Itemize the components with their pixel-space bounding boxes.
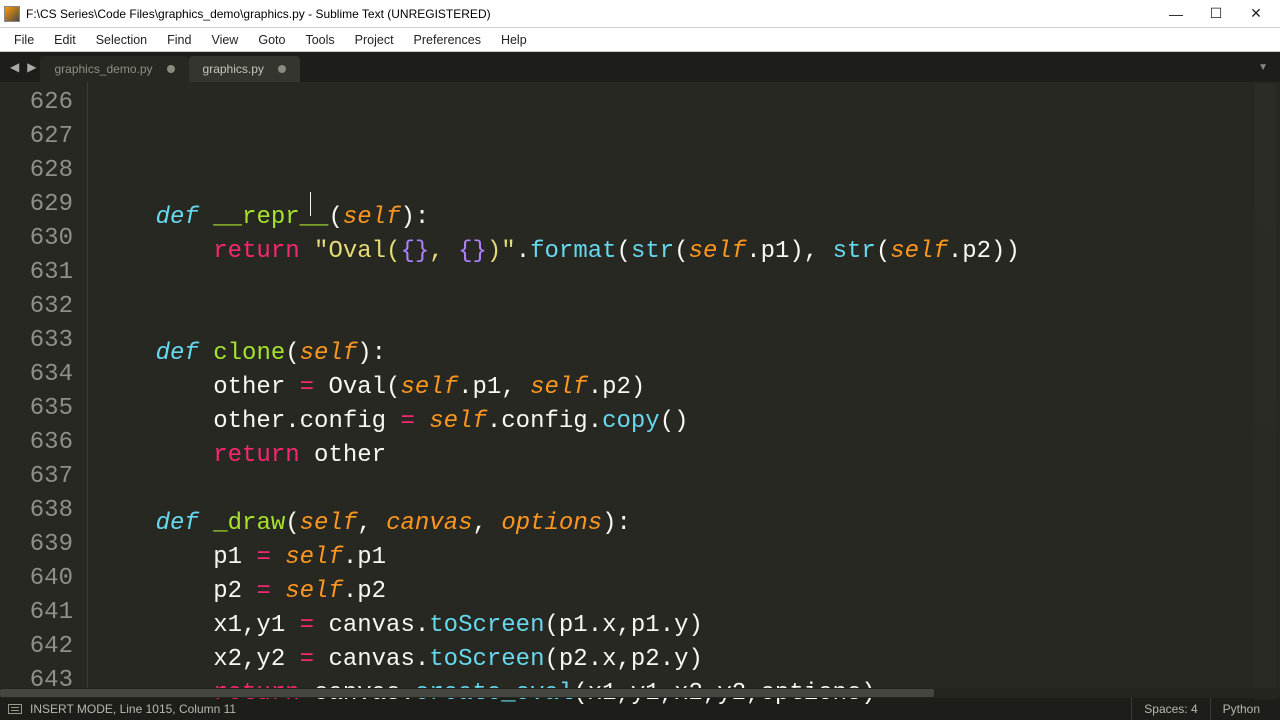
code-line[interactable]: def _draw(self, canvas, options): [98,507,1280,541]
code-line[interactable]: return other [98,439,1280,473]
line-number: 629 [0,188,73,222]
dirty-indicator-icon [278,65,286,73]
code-line[interactable]: def __repr__(self): [98,201,1280,235]
window-controls: — ☐ ✕ [1156,2,1276,26]
menu-file[interactable]: File [4,30,44,50]
code-line[interactable]: p2 = self.p2 [98,575,1280,609]
tab-forward-icon[interactable]: ▶ [23,60,40,74]
maximize-button[interactable]: ☐ [1196,2,1236,26]
line-number: 634 [0,358,73,392]
code-line[interactable] [98,167,1280,201]
line-number: 631 [0,256,73,290]
tab-graphics-py[interactable]: graphics.py [189,56,300,82]
code-line[interactable]: return "Oval({}, {})".format(str(self.p1… [98,235,1280,269]
minimize-button[interactable]: — [1156,2,1196,26]
line-number: 638 [0,494,73,528]
line-number: 626 [0,86,73,120]
code-line[interactable] [98,303,1280,337]
line-number: 636 [0,426,73,460]
menu-view[interactable]: View [201,30,248,50]
line-number: 632 [0,290,73,324]
code-line[interactable]: x1,y1 = canvas.toScreen(p1.x,p1.y) [98,609,1280,643]
menu-help[interactable]: Help [491,30,537,50]
code-line[interactable] [98,711,1280,720]
line-number: 639 [0,528,73,562]
menu-bar: FileEditSelectionFindViewGotoToolsProjec… [0,28,1280,52]
menu-edit[interactable]: Edit [44,30,86,50]
code-line[interactable]: other.config = self.config.copy() [98,405,1280,439]
menu-preferences[interactable]: Preferences [404,30,491,50]
text-cursor [310,192,311,216]
line-number: 633 [0,324,73,358]
horizontal-scrollbar[interactable] [0,688,1280,698]
app-icon [4,6,20,22]
line-number: 641 [0,596,73,630]
code-line[interactable] [98,269,1280,303]
tab-graphics_demo-py[interactable]: graphics_demo.py [40,56,188,82]
tab-back-icon[interactable]: ◀ [6,60,23,74]
panel-switch-icon[interactable] [8,704,22,714]
menu-find[interactable]: Find [157,30,201,50]
window-title: F:\CS Series\Code Files\graphics_demo\gr… [26,7,491,21]
code-area[interactable]: def __repr__(self): return "Oval({}, {})… [88,82,1280,698]
line-number: 627 [0,120,73,154]
line-number: 640 [0,562,73,596]
code-line[interactable] [98,473,1280,507]
code-line[interactable]: other = Oval(self.p1, self.p2) [98,371,1280,405]
line-number: 628 [0,154,73,188]
line-number: 637 [0,460,73,494]
scrollbar-thumb[interactable] [0,689,934,697]
dirty-indicator-icon [167,65,175,73]
code-line[interactable]: x2,y2 = canvas.toScreen(p2.x,p2.y) [98,643,1280,677]
line-number: 635 [0,392,73,426]
tab-label: graphics_demo.py [54,62,152,76]
editor[interactable]: 6266276286296306316326336346356366376386… [0,82,1280,698]
menu-project[interactable]: Project [345,30,404,50]
line-number: 642 [0,630,73,664]
line-number: 630 [0,222,73,256]
minimap[interactable] [1254,84,1276,700]
line-number-gutter: 6266276286296306316326336346356366376386… [0,82,88,698]
menu-selection[interactable]: Selection [86,30,157,50]
tab-strip: ◀ ▶ graphics_demo.py graphics.py ▼ [0,52,1280,82]
title-bar: F:\CS Series\Code Files\graphics_demo\gr… [0,0,1280,28]
code-line[interactable]: def clone(self): [98,337,1280,371]
tab-label: graphics.py [203,62,264,76]
close-button[interactable]: ✕ [1236,2,1276,26]
code-line[interactable]: p1 = self.p1 [98,541,1280,575]
menu-tools[interactable]: Tools [295,30,344,50]
menu-goto[interactable]: Goto [248,30,295,50]
tab-overflow-icon[interactable]: ▼ [1252,62,1274,73]
